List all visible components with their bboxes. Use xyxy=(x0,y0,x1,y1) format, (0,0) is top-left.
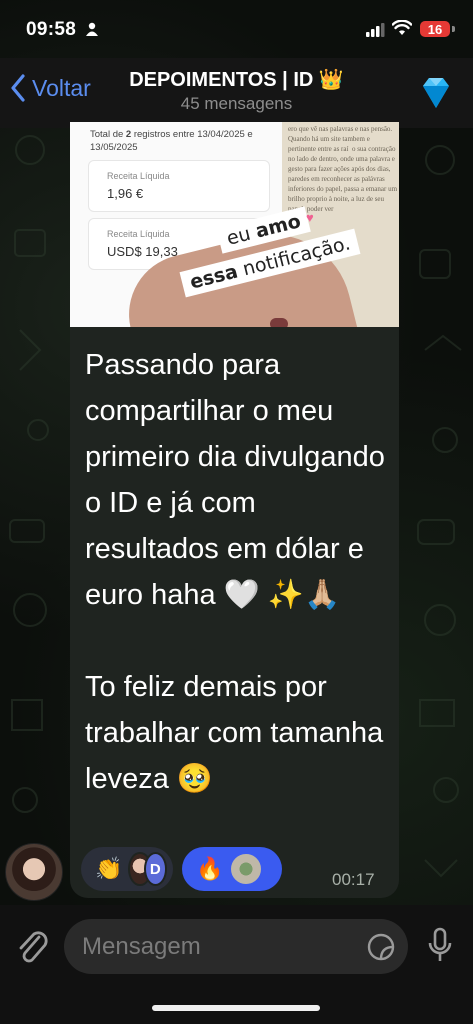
chat-title[interactable]: DEPOIMENTOS | ID 👑 xyxy=(0,67,473,92)
home-indicator xyxy=(152,1005,320,1011)
revenue-value: 1,96 € xyxy=(107,186,144,201)
status-time: 09:58 xyxy=(26,19,77,40)
diamond-avatar-icon[interactable] xyxy=(415,72,457,114)
revenue-summary: Total de 2 registros entre 13/04/2025 e … xyxy=(90,128,270,154)
message-time: 00:17 xyxy=(332,870,375,889)
chat-header: Voltar DEPOIMENTOS | ID 👑 45 mensagens xyxy=(0,58,473,128)
message-text: Passando para compartilhar o meu primeir… xyxy=(85,349,385,795)
battery-tip xyxy=(452,26,455,32)
revenue-label: Receita Líquida xyxy=(107,171,170,181)
status-bar: 09:58 16 xyxy=(0,0,473,58)
chat-member-count: 45 mensagens xyxy=(180,94,293,113)
heart-icon: ♥ xyxy=(306,210,314,225)
reactor-avatar-letter: D xyxy=(143,852,167,886)
revenue-label: Receita Líquida xyxy=(107,229,170,239)
fire-emoji: 🔥 xyxy=(196,856,224,882)
battery-indicator: 16 xyxy=(420,21,450,37)
message-photo[interactable]: ero que vê nas palavras e nas pensão. Qu… xyxy=(70,122,399,327)
microphone-icon[interactable] xyxy=(427,927,453,965)
summary-prefix: Total de xyxy=(90,129,126,140)
message-input-placeholder: Mensagem xyxy=(82,933,201,960)
revenue-euro-card: Receita Líquida 1,96 € xyxy=(88,160,270,212)
wifi-icon xyxy=(392,20,412,35)
sender-avatar[interactable] xyxy=(5,843,63,901)
nail-image xyxy=(270,318,288,327)
person-icon xyxy=(86,22,98,36)
reactor-avatar xyxy=(229,852,264,886)
clap-emoji: 👏 xyxy=(95,856,123,882)
sticker-icon[interactable] xyxy=(366,932,396,962)
paperclip-icon[interactable] xyxy=(15,927,49,965)
revenue-value: USD$ 19,33 xyxy=(107,244,178,259)
message-bubble[interactable]: ero que vê nas palavras e nas pensão. Qu… xyxy=(70,122,399,898)
reaction-fire[interactable]: 🔥 xyxy=(182,847,282,891)
book-text: ero que vê nas palavras e nas pensão. Qu… xyxy=(288,125,398,213)
battery-level: 16 xyxy=(427,21,443,37)
message-input[interactable]: Mensagem xyxy=(64,919,408,974)
reactions-bar: 👏 D 🔥 xyxy=(81,847,282,891)
signal-icon xyxy=(366,23,385,37)
reaction-clap[interactable]: 👏 D xyxy=(81,847,173,891)
